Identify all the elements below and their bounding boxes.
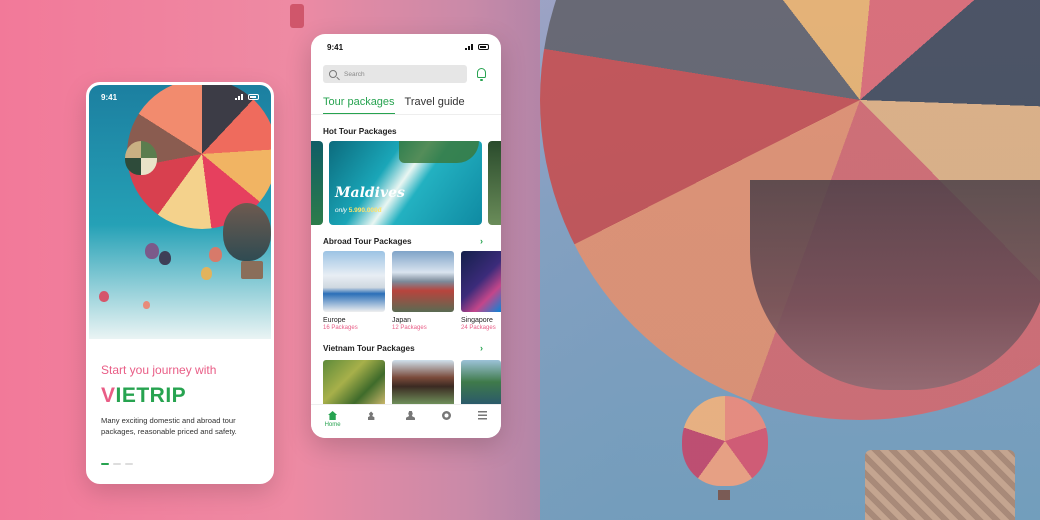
status-icons	[464, 43, 489, 52]
hero-balloon-basket	[241, 261, 263, 279]
battery-icon	[248, 94, 259, 100]
package-card-europe[interactable]: Europe 16 Packages	[323, 251, 385, 331]
search-input[interactable]: Search	[323, 65, 467, 83]
users-icon	[367, 411, 375, 420]
nav-community[interactable]	[367, 411, 379, 420]
europe-image	[323, 251, 385, 312]
onboarding-phone: 9:41 Start you journey with VIETRIP Many…	[86, 82, 274, 484]
page-dot[interactable]	[113, 463, 121, 465]
package-card-japan[interactable]: Japan 12 Packages	[392, 251, 454, 331]
signal-icon	[464, 43, 473, 50]
hot-card-price-value: 5.990.000đ	[348, 207, 382, 214]
hot-card-title: Maldives	[335, 185, 405, 201]
bottom-nav: Home	[311, 404, 501, 438]
onboarding-description: Many exciting domestic and abroad tour p…	[101, 416, 237, 436]
abroad-section-title: Abroad Tour Packages	[323, 237, 412, 246]
hero-balloon	[99, 291, 109, 302]
hot-card-price-prefix: only	[335, 207, 347, 214]
status-time: 9:41	[327, 43, 344, 52]
hot-package-card[interactable]: Maldives only 5.990.000đ	[329, 141, 482, 225]
logo-accent: V	[101, 384, 116, 407]
hero-balloon	[209, 247, 222, 262]
promo-canvas: 9:41 Start you journey with VIETRIP Many…	[0, 0, 1040, 520]
home-phone: 9:41 Search Tour packages Travel guide H…	[311, 34, 501, 438]
small-balloon-illustration	[682, 396, 768, 486]
hot-package-card-next[interactable]	[488, 141, 501, 225]
package-name: Europe	[323, 317, 346, 324]
hot-section-title: Hot Tour Packages	[323, 127, 397, 136]
vietnam-section-title: Vietnam Tour Packages	[323, 344, 415, 353]
status-icons	[234, 93, 259, 102]
nav-home[interactable]: Home	[325, 411, 341, 428]
logo-text: IETRIP	[115, 384, 187, 407]
status-bar: 9:41	[101, 93, 259, 102]
hero-balloon	[201, 267, 212, 280]
search-placeholder: Search	[344, 70, 365, 78]
package-name: Singapore	[461, 317, 493, 324]
vietnam-chevron-right-icon[interactable]: ›	[480, 343, 483, 353]
hero-image	[89, 85, 271, 339]
tab-divider	[311, 114, 501, 115]
japan-image	[392, 251, 454, 312]
hero-balloon	[145, 243, 159, 259]
vietrip-logo: VIETRIP	[101, 384, 186, 408]
nav-home-label: Home	[324, 422, 341, 428]
abroad-chevron-right-icon[interactable]: ›	[480, 236, 483, 246]
hot-package-card-prev[interactable]	[311, 141, 323, 225]
page-dot-active[interactable]	[101, 463, 109, 465]
nav-menu[interactable]	[478, 411, 488, 420]
nav-explore[interactable]	[442, 411, 452, 420]
vietnam-card-pagoda[interactable]	[392, 360, 454, 404]
person-icon	[405, 411, 415, 420]
singapore-image	[461, 251, 501, 312]
package-count: 12 Packages	[392, 325, 427, 331]
small-balloon-basket	[718, 490, 730, 500]
package-card-singapore[interactable]: Singapore 24 Packages	[461, 251, 501, 331]
list-icon	[478, 411, 488, 420]
home-icon	[328, 411, 338, 420]
hot-card-price: only 5.990.000đ	[335, 207, 382, 214]
hero-balloon	[143, 301, 150, 309]
status-time: 9:41	[101, 93, 118, 102]
hero-balloon	[223, 203, 271, 261]
tab-travel-guide[interactable]: Travel guide	[405, 96, 465, 115]
hero-balloon	[159, 251, 171, 265]
package-count: 24 Packages	[461, 325, 496, 331]
pagination-dots[interactable]	[101, 463, 133, 465]
tiny-balloon-illustration	[290, 4, 304, 28]
signal-icon	[234, 93, 243, 100]
tab-bar: Tour packages Travel guide	[323, 96, 465, 115]
balloon-basket	[865, 450, 1015, 520]
hero-balloon	[125, 141, 157, 175]
globe-icon	[442, 411, 452, 420]
tab-tour-packages[interactable]: Tour packages	[323, 96, 395, 115]
page-dot[interactable]	[125, 463, 133, 465]
package-count: 16 Packages	[323, 325, 358, 331]
vietnam-card-bay[interactable]	[461, 360, 501, 404]
battery-icon	[478, 44, 489, 50]
vietnam-card-rice-terraces[interactable]	[323, 360, 385, 404]
onboarding-tagline: Start you journey with	[101, 363, 217, 377]
notification-bell-icon[interactable]	[477, 68, 486, 81]
nav-profile[interactable]	[405, 411, 415, 420]
package-name: Japan	[392, 317, 412, 324]
status-bar: 9:41	[327, 43, 489, 52]
search-icon	[329, 70, 337, 78]
